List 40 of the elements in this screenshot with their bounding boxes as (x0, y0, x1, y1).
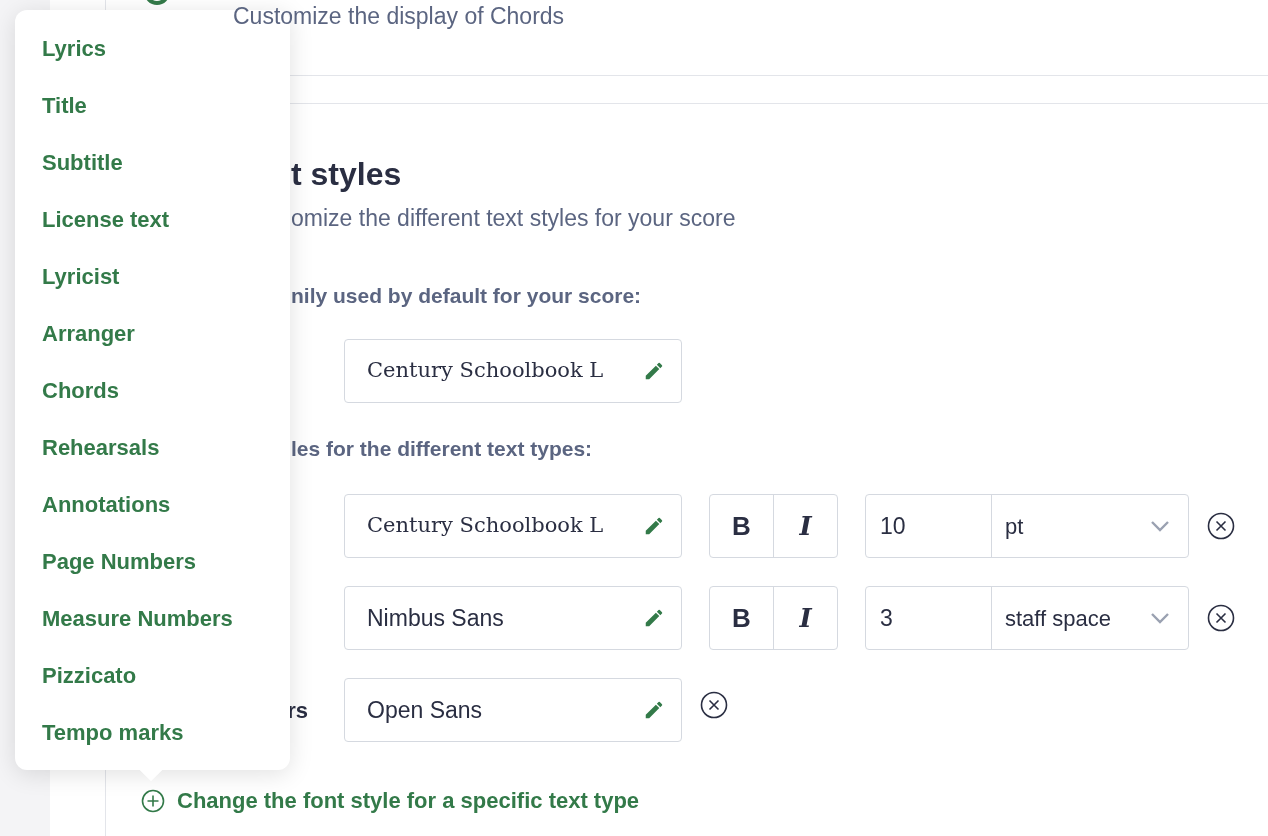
italic-toggle[interactable]: I (774, 495, 837, 557)
bold-toggle[interactable]: B (710, 495, 774, 557)
menu-item[interactable]: Subtitle (15, 134, 290, 191)
menu-item[interactable]: Page Numbers (15, 533, 290, 590)
menu-item[interactable]: Pizzicato (15, 647, 290, 704)
menu-item[interactable]: Rehearsals (15, 419, 290, 476)
remove-icon[interactable] (1207, 604, 1235, 632)
menu-item[interactable]: Lyricist (15, 248, 290, 305)
section-subtitle: omize the different text styles for your score (291, 204, 737, 233)
size-field[interactable]: 3 (866, 587, 992, 649)
remove-icon[interactable] (1207, 512, 1235, 540)
section-description: Customize the display of Chords (233, 2, 565, 31)
add-text-style-link[interactable]: Change the font style for a specific text type (177, 784, 640, 817)
pencil-icon[interactable] (643, 607, 665, 629)
remove-icon[interactable] (700, 691, 728, 719)
unit-dropdown[interactable]: pt (992, 495, 1188, 557)
menu-item[interactable]: Arranger (15, 305, 290, 362)
pencil-icon[interactable] (643, 360, 665, 382)
font-field[interactable]: Nimbus Sans (344, 586, 682, 650)
field-label: nily used by default for your score: (291, 283, 643, 309)
pencil-icon[interactable] (643, 699, 665, 721)
font-field[interactable]: Century Schoolbook L (344, 339, 682, 403)
menu-item[interactable]: Tempo marks (15, 704, 290, 761)
menu-item[interactable]: License text (15, 191, 290, 248)
unit-dropdown[interactable]: staff space (992, 587, 1188, 649)
chevron-down-icon (1150, 612, 1170, 624)
menu-item[interactable]: Chords (15, 362, 290, 419)
font-field[interactable]: Century Schoolbook L (344, 494, 682, 558)
size-field[interactable]: 10 (866, 495, 992, 557)
menu-item[interactable]: Measure Numbers (15, 590, 290, 647)
menu-item[interactable]: Annotations (15, 476, 290, 533)
bold-toggle[interactable]: B (710, 587, 774, 649)
font-field[interactable]: Open Sans (344, 678, 682, 742)
italic-toggle[interactable]: I (774, 587, 837, 649)
chevron-down-icon (1150, 520, 1170, 532)
add-icon[interactable] (141, 788, 165, 813)
field-label: les for the different text types: (291, 436, 594, 462)
section-title: t styles (291, 155, 403, 194)
pencil-icon[interactable] (643, 515, 665, 537)
menu-item[interactable]: Title (15, 77, 290, 134)
